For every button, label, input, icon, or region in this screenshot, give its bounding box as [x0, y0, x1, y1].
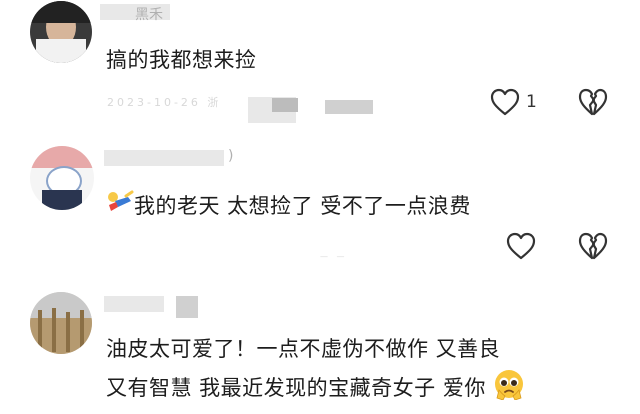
- comment-timestamp: — —: [320, 252, 348, 261]
- like-button[interactable]: 1: [490, 88, 537, 116]
- heart-outline-icon: [490, 88, 520, 116]
- comment-username[interactable]: ): [228, 148, 233, 164]
- like-button[interactable]: [506, 232, 536, 260]
- username-redaction: [176, 296, 198, 318]
- avatar[interactable]: [30, 146, 94, 210]
- comment-item: ) 我的老天 太想捡了 受不了一点浪费 — —: [0, 140, 640, 280]
- broken-heart-icon: [578, 232, 608, 260]
- comment-list: 黑禾 搞的我都想来捡 2023-10-26 浙 1 ) 我的老天 太想捡了 受不…: [0, 0, 640, 414]
- heart-outline-icon: [506, 232, 536, 260]
- username-redaction: [104, 296, 164, 312]
- avatar[interactable]: [30, 1, 92, 63]
- tumbling-person-emoji: [104, 189, 134, 225]
- dislike-button[interactable]: [578, 88, 608, 116]
- comment-text: 搞的我都想来捡: [106, 48, 257, 72]
- comment-body: 又有智慧 我最近发现的宝藏奇女子 爱你: [106, 376, 486, 400]
- username-redaction: [104, 150, 224, 166]
- dislike-button[interactable]: [578, 232, 608, 260]
- avatar[interactable]: [30, 292, 92, 354]
- like-count: 1: [526, 92, 537, 112]
- comment-item: 黑禾 搞的我都想来捡 2023-10-26 浙 1: [0, 0, 640, 130]
- comment-text: 我的老天 太想捡了 受不了一点浪费: [104, 189, 471, 225]
- comment-username[interactable]: 黑禾: [135, 4, 163, 24]
- pleading-face-emoji: [493, 368, 525, 410]
- comment-text-line-1: 油皮太可爱了！一点不虚伪不做作 又善良: [106, 337, 501, 361]
- location-redaction: [325, 100, 373, 114]
- comment-body: 我的老天 太想捡了 受不了一点浪费: [134, 194, 471, 218]
- location-redaction: [272, 98, 298, 112]
- broken-heart-icon: [578, 88, 608, 116]
- comment-item: 油皮太可爱了！一点不虚伪不做作 又善良 又有智慧 我最近发现的宝藏奇女子 爱你: [0, 286, 640, 414]
- comment-text-line-2: 又有智慧 我最近发现的宝藏奇女子 爱你: [106, 368, 525, 410]
- comment-timestamp: 2023-10-26 浙: [107, 96, 222, 109]
